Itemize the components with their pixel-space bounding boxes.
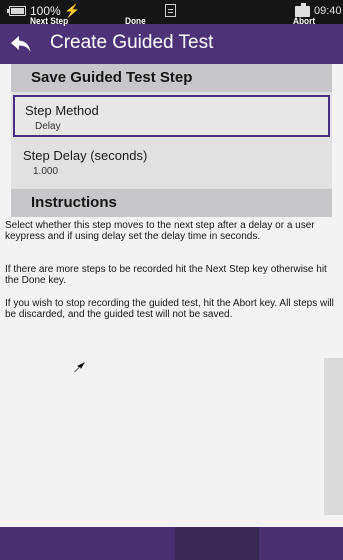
instructions-header: Instructions [11, 189, 332, 217]
save-step-header: Save Guided Test Step [11, 64, 332, 92]
save-step-header-label: Save Guided Test Step [31, 69, 193, 86]
step-delay-value: 1.000 [33, 166, 59, 177]
softkey-bar [0, 527, 343, 560]
step-delay-label: Step Delay (seconds) [23, 148, 148, 163]
title-bar: Create Guided Test [0, 24, 343, 64]
step-method-field[interactable]: Step Method Delay [13, 95, 330, 137]
step-method-label: Step Method [25, 103, 99, 118]
scroll-track [324, 358, 343, 515]
back-arrow-icon[interactable] [10, 34, 32, 54]
step-method-value: Delay [35, 121, 61, 132]
instruction-paragraph: If there are more steps to be recorded h… [5, 264, 327, 286]
next-step-button[interactable]: Next Step [30, 16, 68, 26]
notification-icon [165, 4, 176, 17]
instructions-header-label: Instructions [31, 194, 117, 211]
instruction-paragraph: Select whether this step moves to the ne… [5, 220, 315, 242]
page-title: Create Guided Test [50, 32, 214, 53]
done-button[interactable]: Done [125, 16, 146, 26]
instruction-paragraph: If you wish to stop recording the guided… [5, 298, 334, 320]
cursor-icon [74, 362, 85, 372]
softkey-empty [175, 527, 259, 560]
clock: 09:40 [314, 5, 342, 17]
step-delay-field[interactable]: Step Delay (seconds) 1.000 [13, 142, 330, 184]
abort-button[interactable]: Abort [293, 16, 315, 26]
battery-icon [7, 6, 26, 16]
